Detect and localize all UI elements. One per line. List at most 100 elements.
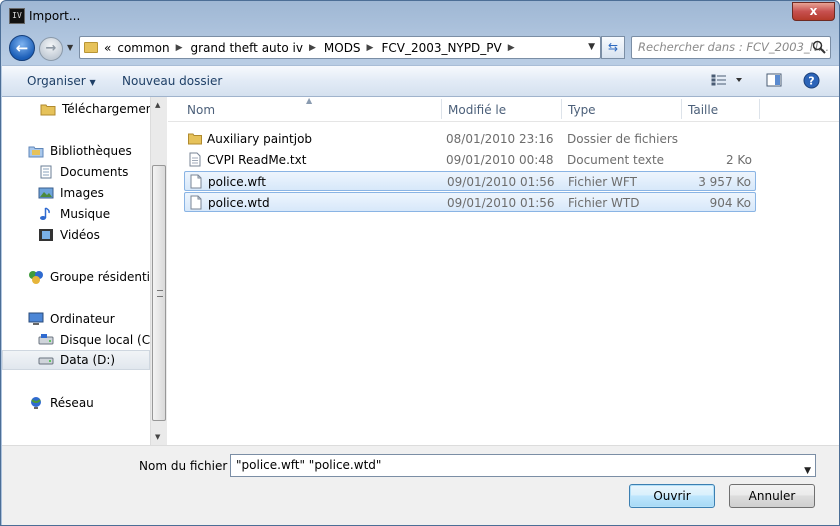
file-name: police.wft: [208, 175, 266, 189]
svg-text:?: ?: [808, 75, 814, 88]
nav-label: Vidéos: [60, 228, 100, 242]
close-button[interactable]: x: [792, 2, 835, 21]
search-input[interactable]: Rechercher dans : FCV_2003_N...: [631, 36, 831, 59]
breadcrumb-mods[interactable]: MODS: [324, 41, 361, 55]
nav-item-images[interactable]: Images: [2, 183, 150, 203]
file-name: CVPI ReadMe.txt: [207, 153, 307, 167]
nav-item-downloads[interactable]: Téléchargements: [2, 99, 150, 119]
nav-item-libraries[interactable]: Bibliothèques: [2, 141, 150, 161]
title-bar: IV Import... x: [1, 1, 839, 33]
scroll-thumb[interactable]: [152, 165, 166, 421]
column-modified[interactable]: Modifié le: [448, 103, 506, 117]
window-title: Import...: [29, 9, 81, 23]
table-row[interactable]: police.wtd 09/01/2010 01:56 Fichier WTD …: [184, 192, 756, 212]
filename-value: "police.wft" "police.wtd": [236, 458, 382, 472]
table-row[interactable]: Auxiliary paintjob 08/01/2010 23:16 Doss…: [184, 129, 756, 149]
music-icon: [38, 207, 54, 221]
help-button[interactable]: ?: [803, 72, 820, 92]
refresh-icon[interactable]: ⇆: [601, 36, 625, 59]
file-list: ▲ Nom Modifié le Type Taille Auxiliary p…: [168, 96, 839, 445]
grip-icon: [157, 290, 163, 297]
folder-icon: [40, 102, 56, 116]
history-dropdown-icon[interactable]: ▼: [67, 43, 73, 52]
details-view-icon: [711, 74, 742, 86]
scroll-down-icon[interactable]: ▼: [155, 433, 160, 441]
file-type: Dossier de fichiers: [567, 132, 679, 146]
command-bar: Organiser ▼ Nouveau dossier ?: [2, 65, 839, 97]
nav-label: Musique: [60, 207, 111, 221]
scroll-up-icon[interactable]: ▲: [155, 101, 160, 109]
content-area: Téléchargements Bibliothèques Documents …: [2, 96, 839, 445]
nav-item-videos[interactable]: Vidéos: [2, 225, 150, 245]
filename-input[interactable]: "police.wft" "police.wtd" ▼: [230, 454, 816, 477]
computer-icon: [28, 312, 44, 326]
file-name: police.wtd: [208, 196, 270, 210]
file-modified: 09/01/2010 01:56: [447, 196, 555, 210]
nav-label: Groupe résidentiel: [50, 270, 150, 284]
breadcrumb-fcv[interactable]: FCV_2003_NYPD_PV: [381, 41, 501, 55]
nav-item-documents[interactable]: Documents: [2, 162, 150, 182]
filename-label: Nom du fichier :: [139, 459, 236, 473]
file-size: 2 Ko: [725, 153, 752, 167]
app-icon: IV: [9, 8, 25, 24]
back-button[interactable]: ←: [9, 35, 35, 61]
forward-button[interactable]: →: [39, 37, 63, 61]
column-name[interactable]: Nom: [187, 103, 215, 117]
column-type[interactable]: Type: [568, 103, 596, 117]
organize-label: Organiser: [27, 74, 86, 88]
chevron-right-icon[interactable]: ▶: [367, 43, 374, 53]
help-icon: ?: [803, 72, 820, 89]
open-button[interactable]: Ouvrir: [629, 484, 715, 508]
column-divider[interactable]: [681, 99, 682, 119]
search-icon[interactable]: [812, 40, 826, 54]
breadcrumb-overflow[interactable]: «: [104, 41, 111, 55]
column-divider[interactable]: [441, 99, 442, 119]
table-row[interactable]: police.wft 09/01/2010 01:56 Fichier WFT …: [184, 171, 756, 191]
filename-dropdown-icon[interactable]: ▼: [804, 461, 811, 482]
chevron-right-icon[interactable]: ▶: [309, 43, 316, 53]
nav-item-network[interactable]: Réseau: [2, 393, 150, 413]
homegroup-icon: [28, 270, 44, 284]
view-options-button[interactable]: [710, 72, 746, 91]
organize-button[interactable]: Organiser ▼: [27, 74, 96, 88]
preview-pane-button[interactable]: [766, 72, 782, 91]
nav-item-data-drive[interactable]: Data (D:): [2, 350, 150, 370]
file-modified: 09/01/2010 01:56: [447, 175, 555, 189]
video-icon: [38, 228, 54, 242]
documents-icon: [38, 165, 54, 179]
address-bar-row: ← → ▼ « common ▶ grand theft auto iv ▶ M…: [1, 33, 839, 65]
folder-icon: [84, 42, 98, 53]
nav-label: Réseau: [50, 396, 94, 410]
file-size: 904 Ko: [709, 196, 751, 210]
address-field[interactable]: « common ▶ grand theft auto iv ▶ MODS ▶ …: [79, 36, 601, 59]
chevron-right-icon[interactable]: ▶: [176, 43, 183, 53]
chevron-right-icon[interactable]: ▶: [508, 43, 515, 53]
breadcrumb-gta[interactable]: grand theft auto iv: [191, 41, 303, 55]
nav-item-music[interactable]: Musique: [2, 204, 150, 224]
column-header: ▲ Nom Modifié le Type Taille: [168, 96, 839, 122]
import-dialog: IV Import... x ← → ▼ « common ▶ grand th…: [0, 0, 840, 526]
nav-label: Documents: [60, 165, 129, 179]
address-dropdown-icon[interactable]: ▼: [588, 42, 595, 52]
table-row[interactable]: CVPI ReadMe.txt 09/01/2010 00:48 Documen…: [184, 150, 756, 170]
nav-scrollbar[interactable]: ▲ ▼: [150, 97, 167, 445]
nav-label: Data (D:): [60, 353, 116, 367]
nav-item-homegroup[interactable]: Groupe résidentiel: [2, 267, 150, 287]
network-icon: [28, 396, 44, 410]
breadcrumb-common[interactable]: common: [117, 41, 169, 55]
file-modified: 09/01/2010 00:48: [446, 153, 554, 167]
column-size[interactable]: Taille: [688, 103, 718, 117]
file-type: Fichier WTD: [568, 196, 640, 210]
images-icon: [38, 186, 54, 200]
nav-item-computer[interactable]: Ordinateur: [2, 309, 150, 329]
drive-icon: [38, 333, 54, 347]
file-icon: [190, 195, 202, 210]
search-placeholder: Rechercher dans : FCV_2003_N...: [638, 40, 830, 54]
nav-item-local-disk[interactable]: Disque local (C:): [2, 330, 150, 350]
column-divider[interactable]: [561, 99, 562, 119]
nav-label: Ordinateur: [50, 312, 115, 326]
column-divider[interactable]: [759, 99, 760, 119]
cancel-button[interactable]: Annuler: [729, 484, 815, 508]
new-folder-button[interactable]: Nouveau dossier: [122, 74, 222, 88]
nav-label: Téléchargements: [62, 102, 150, 116]
